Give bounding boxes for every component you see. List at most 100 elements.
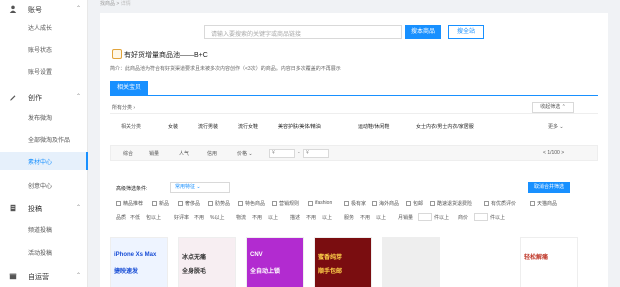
category-item[interactable]: 女士内衣/男士内衣/家居服 xyxy=(416,123,474,130)
thumbnail-caption: iPhone Xs Max xyxy=(114,252,157,258)
product-thumbnail[interactable]: iPhone Xs Max 捷映速发 xyxy=(110,237,168,287)
price-separator: - xyxy=(298,150,300,156)
filter-checkbox[interactable]: 精品推荐 xyxy=(116,200,143,207)
numeric-filters: 品质 不低 包以上 好评率 不用 %以上 物流 不用 以上 描述 不用 以上 服… xyxy=(116,213,596,224)
sales-input[interactable] xyxy=(418,213,432,221)
filter-unit: 以上 xyxy=(376,215,387,221)
category-item[interactable]: 女装 xyxy=(168,123,178,130)
thumbnail-caption: 全自动上锁 xyxy=(250,269,281,275)
filter-unit: 以上 xyxy=(322,215,333,221)
filter-checkbox[interactable]: 新品 xyxy=(152,200,169,207)
filter-unit: 以上 xyxy=(268,215,279,221)
price-input[interactable] xyxy=(474,213,488,221)
checkbox-icon xyxy=(208,201,213,206)
collapse-filters-button[interactable]: 收起筛选 ⌃ xyxy=(532,102,574,113)
filter-unit: 件以上 xyxy=(434,215,450,221)
filter-checkbox[interactable]: 有优质评价 xyxy=(484,200,516,207)
pool-title: 有好货增量商品池——B+C xyxy=(124,52,208,59)
filter-checkbox[interactable]: 天猫商品 xyxy=(530,200,557,207)
sidebar-group-label: 自运营 xyxy=(28,274,49,281)
filter-checkbox[interactable]: ifashion xyxy=(308,200,332,206)
product-thumbnail[interactable]: 冰点无痛 全身脱毛 xyxy=(178,237,236,287)
tab-underline xyxy=(110,95,598,96)
filter-checkbox[interactable]: 酷速退货退费险 xyxy=(430,200,472,207)
price-min-input[interactable]: ¥ xyxy=(269,149,295,158)
checkbox-icon xyxy=(178,201,183,206)
category-item[interactable]: 流行男装 xyxy=(198,123,218,130)
sidebar-group-account[interactable]: 账号 ⌃ xyxy=(0,2,88,16)
sidebar-item-all-works[interactable]: 全部微淘及作品 xyxy=(0,130,88,148)
checkbox-icon xyxy=(152,201,157,206)
product-thumbnail[interactable] xyxy=(382,237,440,287)
product-thumbnail[interactable]: CNV 全自动上锁 xyxy=(246,237,304,287)
sidebar-group-self-ops[interactable]: 自运营 ⌃ xyxy=(0,269,88,283)
breadcrumb: 找商品 > 详情 xyxy=(100,0,131,8)
filter-label: 月销量 xyxy=(398,215,414,221)
pen-icon xyxy=(10,95,16,101)
price-max-input[interactable]: ¥ xyxy=(303,149,329,158)
checkbox-icon xyxy=(406,201,411,206)
sidebar-item-creative[interactable]: 创意中心 xyxy=(0,176,88,194)
sidebar-item-publish[interactable]: 发布微淘 xyxy=(0,108,88,126)
filter-checkbox[interactable]: 包邮 xyxy=(406,200,423,207)
pager: < 1/100 > xyxy=(543,150,565,156)
category-item[interactable]: 运动鞋/休闲鞋 xyxy=(358,123,389,130)
pool-icon xyxy=(112,49,122,59)
sidebar-group-submit[interactable]: 投稿 ⌃ xyxy=(0,201,88,215)
chevron-up-icon: ⌃ xyxy=(76,273,82,279)
filter-checkbox[interactable]: 肋势品 xyxy=(208,200,230,207)
breadcrumb-parent[interactable]: 找商品 xyxy=(100,1,115,7)
sidebar-group-create[interactable]: 创作 ⌃ xyxy=(0,90,88,104)
sort-comprehensive[interactable]: 综合 xyxy=(123,150,133,157)
sidebar-item-activity[interactable]: 活动投稿 xyxy=(0,243,88,261)
filter-value[interactable]: 不用 xyxy=(194,214,204,221)
sidebar-item-growth[interactable]: 达人成长 xyxy=(0,18,88,36)
filter-value[interactable]: 不用 xyxy=(252,214,262,221)
sort-price[interactable]: 价格 ⌄ xyxy=(237,150,253,157)
filter-checkbox[interactable]: 奢侈品 xyxy=(178,200,200,207)
filter-checkbox[interactable]: 海外商品 xyxy=(372,200,399,207)
filter-label: 描述 xyxy=(290,215,301,221)
thumbnail-caption: 全身脱毛 xyxy=(182,269,207,275)
sidebar-item-settings[interactable]: 账号设置 xyxy=(0,62,88,80)
sidebar-item-status[interactable]: 账号状态 xyxy=(0,40,88,58)
checkbox-icon xyxy=(372,201,377,206)
filter-value[interactable]: 不低 xyxy=(130,214,140,221)
sort-sales[interactable]: 销量 xyxy=(149,150,159,157)
category-item[interactable]: 美容护肤/美体/精油 xyxy=(278,123,321,130)
main-panel: 请输入要搜索的关键字或商品链接 搜本商品 搜全站 有好货增量商品池——B+C 简… xyxy=(100,13,608,287)
category-item[interactable]: 流行女鞋 xyxy=(238,123,258,130)
filter-value[interactable]: 不用 xyxy=(360,214,370,221)
sort-popularity[interactable]: 人气 xyxy=(179,150,189,157)
pool-description: 简介：此商品池为符合有好货渠道要求且未被多次内容创作（<3次）的商品。内容日多次… xyxy=(110,66,341,72)
filter-label: 物流 xyxy=(236,215,247,221)
filter-value[interactable]: 不用 xyxy=(306,214,316,221)
search-product-button[interactable]: 搜本商品 xyxy=(405,25,441,39)
product-thumbnail[interactable]: 轻松解痛 xyxy=(520,237,578,287)
sidebar-item-materials[interactable]: 素材中心 xyxy=(0,152,88,170)
thumbnail-caption: 顺手包邮 xyxy=(318,269,343,275)
search-site-button[interactable]: 搜全站 xyxy=(448,25,484,39)
thumbnail-caption: CNV xyxy=(250,252,263,258)
checkbox-icon xyxy=(530,201,535,206)
all-categories[interactable]: 所有分类 › xyxy=(112,104,135,111)
checkbox-icon xyxy=(116,201,121,206)
filter-checkbox[interactable]: 极有家 xyxy=(344,200,366,207)
filter-checkbox[interactable]: 特色商品 xyxy=(238,200,265,207)
tab-related-items[interactable]: 相关宝贝 xyxy=(110,81,148,95)
category-more[interactable]: 更多 ⌄ xyxy=(548,123,564,130)
chevron-up-icon: ⌃ xyxy=(76,94,82,100)
filter-checkbox[interactable]: 营销规则 xyxy=(272,200,299,207)
filter-unit: 包以上 xyxy=(146,215,162,221)
product-grid: iPhone Xs Max 捷映速发 冰点无痛 全身脱毛 CNV 全自动上锁 蜜香纯芽 顺手包… xyxy=(110,237,598,287)
cancel-merge-filter-button[interactable]: 取消合并筛选 xyxy=(528,182,570,193)
chevron-up-icon: ⌃ xyxy=(76,6,82,12)
sort-credit[interactable]: 信用 xyxy=(207,150,217,157)
breadcrumb-separator: > xyxy=(116,1,120,7)
filter-unit: %以上 xyxy=(210,215,225,221)
feature-dropdown[interactable]: 常用特征 ⌄ xyxy=(170,182,230,193)
product-thumbnail[interactable]: 蜜香纯芽 顺手包邮 xyxy=(314,237,372,287)
checkbox-icon xyxy=(308,200,313,206)
search-input[interactable]: 请输入要搜索的关键字或商品链接 xyxy=(204,25,402,39)
sidebar-item-channel[interactable]: 频道投稿 xyxy=(0,220,88,238)
